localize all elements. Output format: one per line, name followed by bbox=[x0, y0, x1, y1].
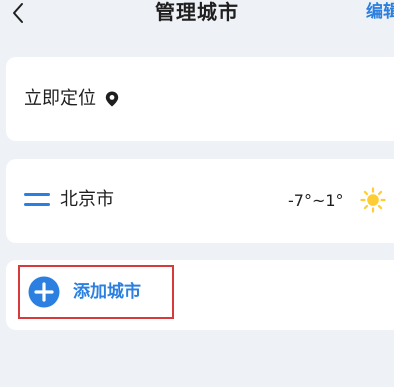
locate-label: 立即定位 bbox=[24, 88, 96, 109]
top-bar: 管理城市 编辑 bbox=[0, 0, 394, 40]
drag-handle-icon[interactable] bbox=[24, 193, 50, 207]
location-pin-icon bbox=[105, 91, 119, 107]
add-city-card: 添加城市 bbox=[6, 260, 394, 330]
city-card[interactable]: 北京市 -7°~1° bbox=[6, 159, 394, 243]
sun-icon bbox=[360, 187, 386, 213]
page-title: 管理城市 bbox=[155, 0, 239, 24]
locate-card: 立即定位 bbox=[6, 57, 394, 141]
locate-now-button[interactable]: 立即定位 bbox=[24, 87, 119, 111]
plus-circle-icon bbox=[28, 276, 60, 308]
edit-button[interactable]: 编辑 bbox=[366, 1, 394, 23]
city-temperature: -7°~1° bbox=[288, 191, 344, 210]
add-city-label: 添加城市 bbox=[73, 282, 141, 302]
add-city-button[interactable]: 添加城市 bbox=[18, 265, 174, 319]
city-name: 北京市 bbox=[60, 189, 114, 210]
